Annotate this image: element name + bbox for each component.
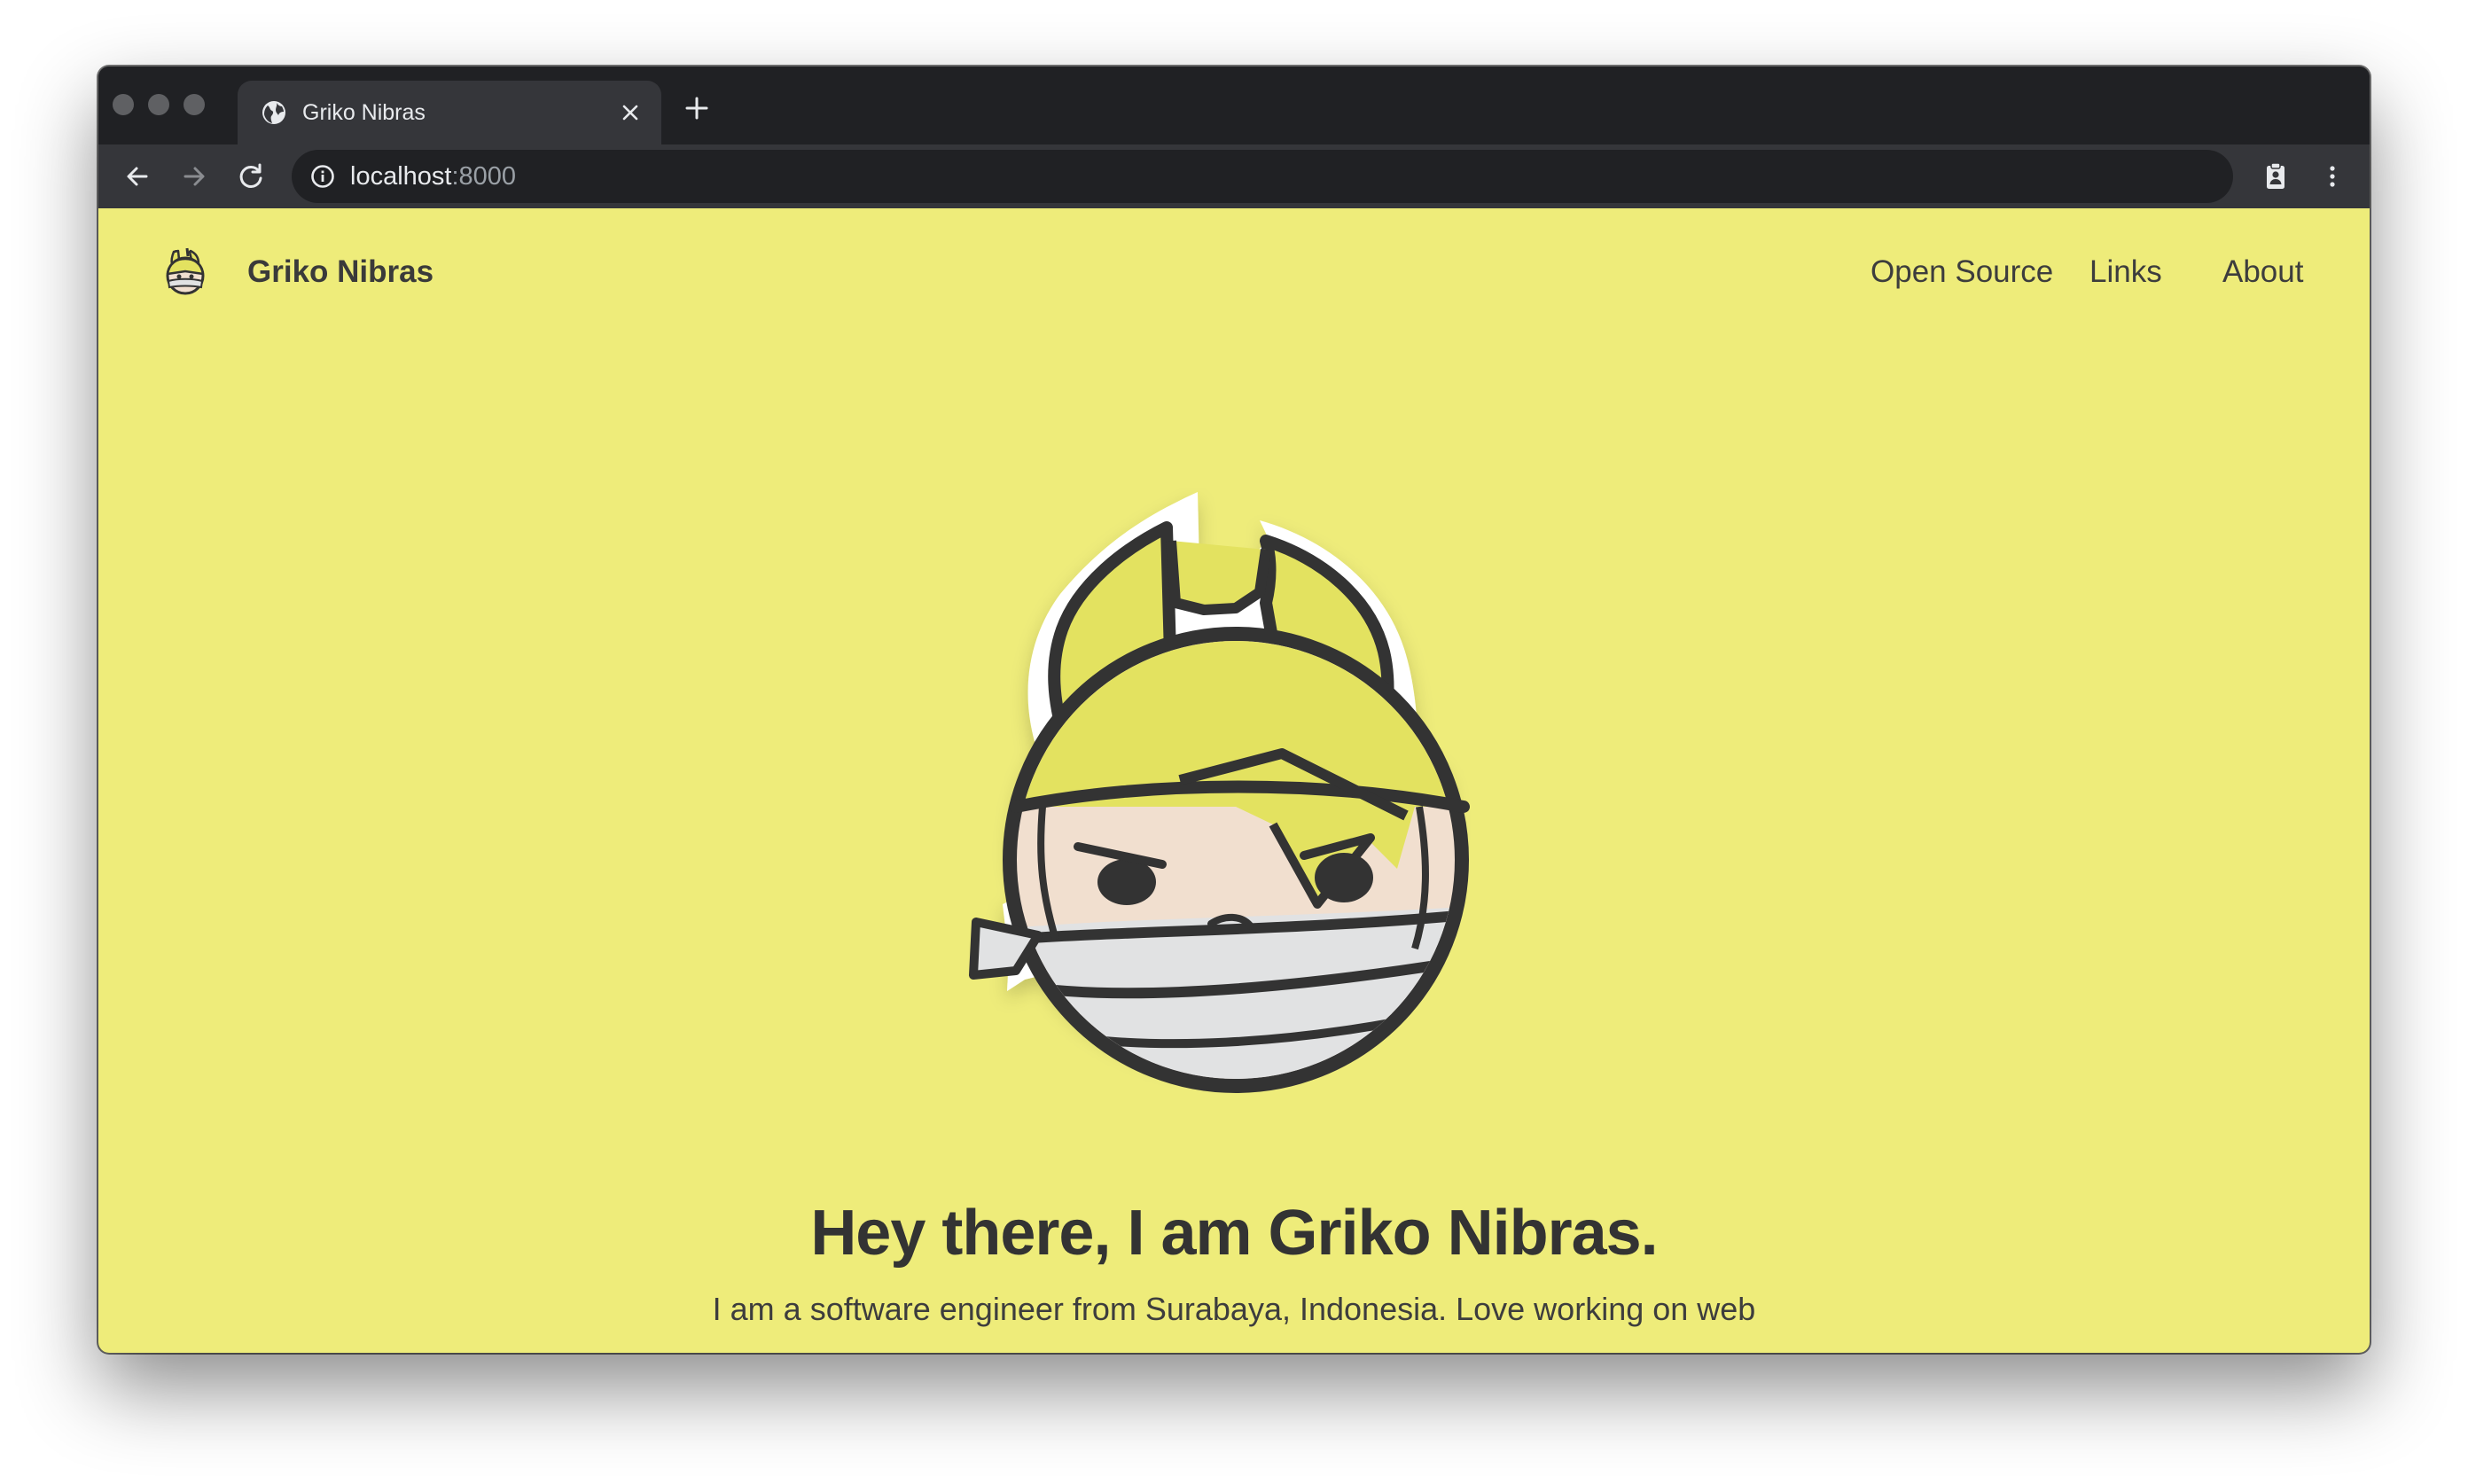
ninja-avatar-icon[interactable]: [159, 246, 212, 299]
url-host: localhost: [350, 162, 452, 191]
window-close-dot[interactable]: [113, 94, 134, 115]
reload-icon[interactable]: [235, 160, 267, 192]
browser-window: Griko Nibras localhost:8000 Griko Nibras…: [98, 66, 2370, 1353]
site-name[interactable]: Griko Nibras: [247, 254, 433, 291]
window-minimize-dot[interactable]: [148, 94, 169, 115]
nav-link-about[interactable]: About: [2222, 254, 2303, 291]
tab-strip: Griko Nibras: [98, 66, 2370, 144]
address-bar[interactable]: localhost:8000: [292, 150, 2233, 203]
globe-icon: [262, 101, 285, 124]
url-port: :8000: [451, 162, 517, 191]
kebab-menu-icon[interactable]: [2316, 160, 2348, 192]
tab-title: Griko Nibras: [302, 100, 426, 125]
arrow-left-icon[interactable]: [121, 160, 153, 192]
url-text[interactable]: localhost:8000: [350, 160, 516, 192]
hero-headline: Hey there, I am Griko Nibras.: [810, 1198, 1658, 1269]
arrow-right-icon[interactable]: [178, 160, 210, 192]
window-zoom-dot[interactable]: [184, 94, 205, 115]
close-icon[interactable]: [619, 101, 642, 124]
nav-link-links[interactable]: Links: [2089, 254, 2162, 291]
browser-tab[interactable]: Griko Nibras: [238, 81, 661, 144]
plus-icon[interactable]: [683, 95, 710, 121]
hero-intro: I am a software engineer from Surabaya, …: [712, 1291, 1756, 1327]
web-page: Griko Nibras Open Source Links About Hey…: [98, 208, 2370, 1353]
nav-link-open-source[interactable]: Open Source: [1871, 254, 2053, 291]
ninja-avatar-illustration: [969, 492, 1470, 1093]
info-icon[interactable]: [309, 163, 336, 190]
clipboard-profile-icon[interactable]: [2260, 160, 2292, 192]
browser-toolbar: localhost:8000: [98, 144, 2370, 208]
